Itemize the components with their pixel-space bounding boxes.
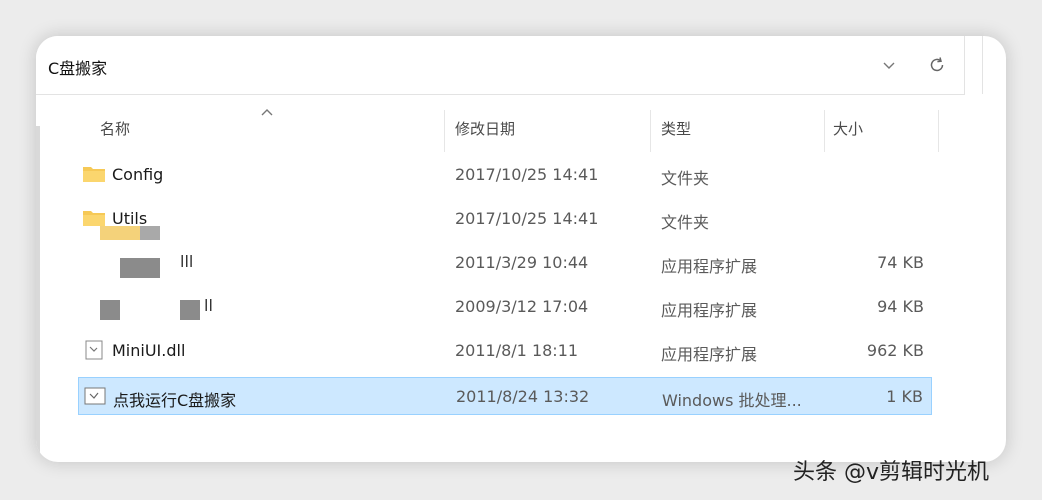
blurred-region xyxy=(140,226,160,240)
file-type: 应用程序扩展 xyxy=(661,301,758,320)
file-name: ll xyxy=(204,296,213,315)
column-header: 名称 修改日期 类型 大小 xyxy=(36,94,1006,154)
folder-icon xyxy=(82,208,106,228)
blurred-region xyxy=(120,258,160,278)
file-row-config[interactable]: Config 2017/10/25 14:41 文件夹 xyxy=(78,156,932,194)
file-date: 2017/10/25 14:41 xyxy=(455,209,599,228)
blurred-region xyxy=(100,226,140,240)
batch-file-icon xyxy=(83,386,107,406)
column-divider[interactable] xyxy=(938,110,939,152)
file-date: 2017/10/25 14:41 xyxy=(455,165,599,184)
column-divider[interactable] xyxy=(444,110,445,152)
file-type: Windows 批处理... xyxy=(662,391,802,410)
folder-icon xyxy=(82,164,106,184)
file-size: 1 KB xyxy=(886,387,923,406)
file-size: 74 KB xyxy=(877,253,924,272)
file-type: 文件夹 xyxy=(661,169,710,188)
address-path: C盘搬家 xyxy=(48,59,108,78)
column-date[interactable]: 修改日期 xyxy=(455,118,515,139)
file-size: 962 KB xyxy=(866,341,924,360)
file-name: Config xyxy=(112,165,164,184)
scrollbar[interactable] xyxy=(36,126,40,456)
sort-ascending-icon xyxy=(260,102,274,121)
address-bar[interactable]: C盘搬家 xyxy=(36,36,965,95)
file-explorer-window: C盘搬家 名称 修改日期 类型 大小 Config 2017/10/25 14:… xyxy=(36,36,1006,462)
file-row-batch-selected[interactable]: 点我运行C盘搬家 2011/8/24 13:32 Windows 批处理... … xyxy=(78,377,932,415)
file-date: 2011/8/24 13:32 xyxy=(456,387,590,406)
file-date: 2011/8/1 18:11 xyxy=(455,341,579,360)
chevron-down-icon[interactable] xyxy=(878,54,900,76)
file-date: 2009/3/12 17:04 xyxy=(455,297,589,316)
column-divider[interactable] xyxy=(650,110,651,152)
file-row-miniui-dll[interactable]: MiniUI.dll 2011/8/1 18:11 应用程序扩展 962 KB xyxy=(78,332,932,370)
file-date: 2011/3/29 10:44 xyxy=(455,253,589,272)
blurred-region xyxy=(180,300,200,320)
watermark: 头条 @v剪辑时光机 xyxy=(793,460,990,485)
column-name[interactable]: 名称 xyxy=(100,118,130,139)
file-type: 应用程序扩展 xyxy=(661,345,758,364)
file-size: 94 KB xyxy=(877,297,924,316)
column-type[interactable]: 类型 xyxy=(661,118,691,139)
file-row-utils[interactable]: Utils 2017/10/25 14:41 文件夹 xyxy=(78,200,932,240)
search-box[interactable] xyxy=(982,36,1006,94)
file-row-blurred-dll[interactable]: ll 2009/3/12 17:04 应用程序扩展 94 KB xyxy=(78,288,932,326)
column-size[interactable]: 大小 xyxy=(833,118,863,139)
column-divider[interactable] xyxy=(824,110,825,152)
dll-file-icon xyxy=(82,340,106,360)
refresh-icon[interactable] xyxy=(924,52,950,78)
file-name: lll xyxy=(180,252,194,271)
file-name: 点我运行C盘搬家 xyxy=(113,391,237,410)
blurred-region xyxy=(100,300,120,320)
file-type: 文件夹 xyxy=(661,213,710,232)
file-type: 应用程序扩展 xyxy=(661,257,758,276)
file-row-blurred-dll[interactable]: lll 2011/3/29 10:44 应用程序扩展 74 KB xyxy=(78,244,932,282)
file-name: MiniUI.dll xyxy=(112,341,186,360)
